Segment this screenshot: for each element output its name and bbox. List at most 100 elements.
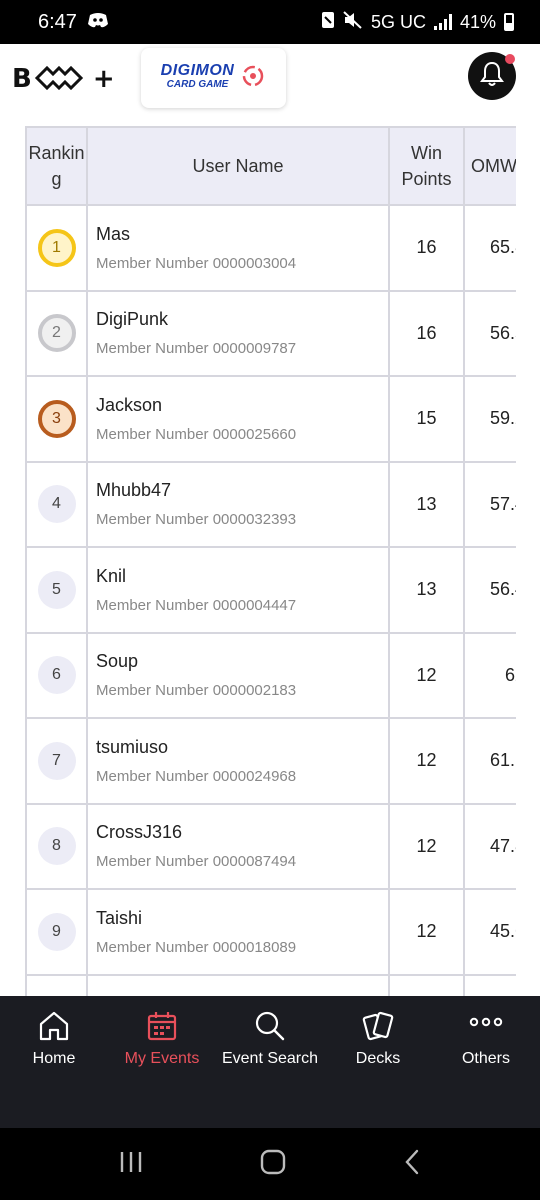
battery-icon: [504, 13, 514, 31]
omw-percent: 61.1%: [463, 717, 516, 805]
bottom-nav: Home My Events Event Search Decks Others: [0, 996, 540, 1128]
game-selector[interactable]: DIGIMON CARD GAME: [141, 48, 286, 108]
player-name: Knil: [96, 565, 127, 586]
search-icon: [254, 1010, 286, 1050]
player-name: Soup: [96, 651, 139, 672]
player-name: Taishi: [96, 907, 143, 928]
table-row-partial[interactable]: [25, 973, 516, 996]
table-row[interactable]: 2 DigiPunk Member Number 0000009787 16 56…: [25, 289, 516, 377]
omw-percent: 56.5%: [463, 289, 516, 377]
standings-table[interactable]: Ranking User Name Win Points OMW% 1 Mas M…: [25, 126, 516, 996]
win-points: 16: [388, 289, 465, 377]
table-row[interactable]: 4 Mhubb47 Member Number 0000032393 13 57.…: [25, 460, 516, 548]
back-icon[interactable]: [402, 1149, 422, 1180]
more-dots-icon: [468, 1010, 504, 1050]
member-number: Member Number 0000032393: [96, 511, 297, 529]
app-header: B + DIGIMON CARD GAME: [0, 44, 540, 126]
omw-percent: 45.6%: [463, 888, 516, 976]
brand-plus: +: [92, 64, 116, 94]
rank-badge-gold: 1: [37, 228, 76, 267]
clock: 6:47: [38, 10, 77, 33]
rank-badge: 8: [37, 827, 76, 866]
win-points: 16: [388, 204, 465, 292]
win-points: 13: [388, 546, 465, 634]
omw-percent: 59.2%: [463, 375, 516, 463]
rank-badge: 6: [37, 656, 76, 695]
win-points: 13: [388, 460, 465, 548]
member-number: Member Number 0000018089: [96, 938, 297, 956]
player-name: Mhubb47: [96, 480, 172, 501]
rank-badge: 7: [37, 741, 76, 780]
player-name: Jackson: [96, 394, 163, 415]
home-icon: [37, 1010, 71, 1050]
member-number: Member Number 0000002183: [96, 682, 297, 700]
member-number: Member Number 0000025660: [96, 425, 297, 443]
rank-badge: 4: [37, 485, 76, 524]
player-name: CrossJ316: [96, 822, 183, 843]
notification-button[interactable]: [468, 52, 516, 100]
nfc-icon: [321, 11, 335, 34]
nav-home-label: Home: [32, 1050, 76, 1067]
nav-event-search-label: Event Search: [221, 1050, 319, 1067]
nav-my-events[interactable]: My Events: [108, 996, 216, 1128]
switch-game-icon: [240, 63, 266, 94]
header-user-name: User Name: [86, 126, 390, 206]
brand-letter: B: [12, 64, 33, 94]
header-omw: OMW%: [463, 126, 516, 206]
omw-percent: 57.4%: [463, 460, 516, 548]
notification-dot: [505, 54, 515, 64]
rank-badge-bronze: 3: [37, 399, 76, 438]
win-points: 12: [388, 631, 465, 719]
recent-apps-icon[interactable]: [118, 1150, 144, 1179]
rank-badge: 9: [37, 912, 76, 951]
header-win-points: Win Points: [388, 126, 465, 206]
home-system-icon[interactable]: [260, 1149, 286, 1180]
omw-percent: 62%: [463, 631, 516, 719]
rank-badge-silver: 2: [37, 314, 76, 353]
table-header-row: Ranking User Name Win Points OMW%: [25, 126, 516, 206]
battery-percent: 41%: [459, 11, 496, 32]
win-points: 15: [388, 375, 465, 463]
table-row[interactable]: 8 CrossJ316 Member Number 0000087494 12 4…: [25, 802, 516, 890]
player-name: tsumiuso: [96, 736, 169, 757]
status-bar: 6:47 5G UC 41%: [0, 0, 540, 44]
header-ranking: Ranking: [25, 126, 88, 206]
member-number: Member Number 0000024968: [96, 767, 297, 785]
table-row[interactable]: 9 Taishi Member Number 0000018089 12 45.6…: [25, 888, 516, 976]
digimon-logo: DIGIMON CARD GAME: [160, 62, 235, 91]
table-row[interactable]: 3 Jackson Member Number 0000025660 15 59.…: [25, 375, 516, 463]
nav-event-search[interactable]: Event Search: [216, 996, 324, 1128]
system-nav-bar: [0, 1128, 540, 1200]
table-row[interactable]: 5 Knil Member Number 0000004447 13 56.4%: [25, 546, 516, 634]
discord-icon: [87, 12, 109, 33]
bell-icon: [480, 61, 504, 92]
player-name: Mas: [96, 223, 131, 244]
win-points: 12: [388, 717, 465, 805]
player-name: DigiPunk: [96, 309, 169, 330]
bandai-tcg-plus-logo[interactable]: B +: [12, 64, 116, 94]
table-row[interactable]: 6 Soup Member Number 0000002183 12 62%: [25, 631, 516, 719]
table-row[interactable]: 1 Mas Member Number 0000003004 16 65.8%: [25, 204, 516, 292]
network-label: 5G UC: [370, 11, 426, 32]
rank-badge: 5: [37, 570, 76, 609]
win-points: 12: [388, 888, 465, 976]
omw-percent: 47.8%: [463, 802, 516, 890]
member-number: Member Number 0000004447: [96, 596, 297, 614]
omw-percent: 65.8%: [463, 204, 516, 292]
omw-percent: 56.4%: [463, 546, 516, 634]
member-number: Member Number 0000009787: [96, 340, 297, 358]
signal-icon: [433, 14, 452, 30]
nav-home[interactable]: Home: [0, 996, 108, 1128]
member-number: Member Number 0000087494: [96, 853, 297, 871]
nav-my-events-label: My Events: [124, 1050, 200, 1067]
win-points: 12: [388, 802, 465, 890]
nav-decks[interactable]: Decks: [324, 996, 432, 1128]
mute-icon: [343, 10, 363, 34]
nav-decks-label: Decks: [355, 1050, 401, 1067]
calendar-icon: [146, 1010, 178, 1050]
member-number: Member Number 0000003004: [96, 254, 297, 272]
table-row[interactable]: 7 tsumiuso Member Number 0000024968 12 61…: [25, 717, 516, 805]
tcg-logo-icon: [34, 65, 83, 91]
nav-others[interactable]: Others: [432, 996, 540, 1128]
nav-others-label: Others: [461, 1050, 510, 1067]
